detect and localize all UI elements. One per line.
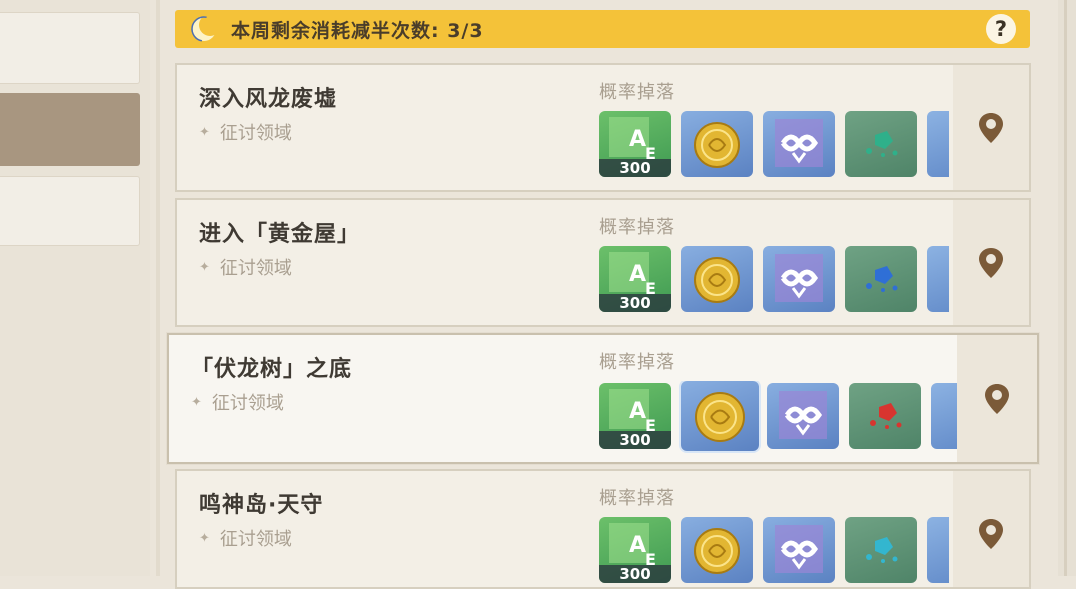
location-button[interactable] xyxy=(957,335,1037,462)
mora-coin-item[interactable] xyxy=(681,381,759,451)
location-pin-icon xyxy=(979,519,1003,549)
moon-icon xyxy=(189,14,221,44)
mora-coin-item[interactable] xyxy=(681,517,753,583)
location-button[interactable] xyxy=(953,471,1029,587)
weekly-half-cost-banner: 本周剩余消耗减半次数: 3/3 ? xyxy=(175,10,1030,48)
domain-title: 「伏龙树」之底 xyxy=(191,357,353,382)
domain-subtitle: ✦ 征讨领域 xyxy=(191,393,284,414)
domain-subtitle: ✦ 征讨领域 xyxy=(199,123,292,144)
partial-item[interactable] xyxy=(931,383,959,449)
banner-text: 本周剩余消耗减半次数: 3/3 xyxy=(231,19,484,42)
help-button[interactable]: ? xyxy=(986,14,1016,44)
drop-items: AE 300 xyxy=(597,381,959,453)
location-button[interactable] xyxy=(953,65,1029,190)
left-panel xyxy=(0,0,150,576)
scrollbar[interactable] xyxy=(1058,0,1076,576)
exp-book-item[interactable]: AE 300 xyxy=(599,111,671,177)
item-count: 300 xyxy=(599,294,671,312)
location-pin-icon xyxy=(985,383,1009,414)
left-tab-3[interactable] xyxy=(0,176,140,246)
gemstone-item[interactable] xyxy=(845,517,917,583)
svg-text:A: A xyxy=(629,533,646,558)
item-count: 300 xyxy=(599,431,671,449)
domain-title: 鸣神岛·天守 xyxy=(199,493,324,518)
gemstone-item[interactable] xyxy=(845,111,917,177)
location-button[interactable] xyxy=(953,200,1029,325)
partial-item[interactable] xyxy=(927,246,949,312)
exp-book-item[interactable]: AE 300 xyxy=(599,383,671,449)
drop-label: 概率掉落 xyxy=(599,82,675,103)
ascension-material-item[interactable] xyxy=(767,383,839,449)
drop-label: 概率掉落 xyxy=(599,488,675,509)
partial-item[interactable] xyxy=(927,517,949,583)
ascension-material-item[interactable] xyxy=(763,517,835,583)
ascension-material-item[interactable] xyxy=(763,111,835,177)
exp-book-item[interactable]: AE 300 xyxy=(599,517,671,583)
gemstone-item[interactable] xyxy=(845,246,917,312)
mora-coin-item[interactable] xyxy=(681,111,753,177)
drop-items: AE 300 xyxy=(597,111,949,179)
gemstone-shape xyxy=(875,131,893,149)
sparkle-icon: ✦ xyxy=(199,530,210,546)
drop-label: 概率掉落 xyxy=(599,217,675,238)
drop-items: AE 300 xyxy=(597,517,949,585)
partial-item[interactable] xyxy=(927,111,949,177)
domain-title: 进入「黄金屋」 xyxy=(199,222,361,247)
domain-title: 深入风龙废墟 xyxy=(199,87,338,112)
drop-label: 概率掉落 xyxy=(599,352,675,373)
location-pin-icon xyxy=(979,112,1003,143)
domain-subtitle: ✦ 征讨领域 xyxy=(199,258,292,279)
domain-card-selected[interactable]: 「伏龙树」之底 ✦ 征讨领域 概率掉落 AE 300 xyxy=(167,333,1039,464)
exp-book-item[interactable]: AE 300 xyxy=(599,246,671,312)
drop-items: AE 300 xyxy=(597,246,949,314)
ascension-material-item[interactable] xyxy=(763,246,835,312)
gemstone-item[interactable] xyxy=(849,383,921,449)
sparkle-icon: ✦ xyxy=(199,124,210,140)
location-pin-icon xyxy=(979,247,1003,278)
domain-card[interactable]: 进入「黄金屋」 ✦ 征讨领域 概率掉落 AE 300 xyxy=(175,198,1031,327)
item-count: 300 xyxy=(599,159,671,177)
domain-card[interactable]: 深入风龙废墟 ✦ 征讨领域 概率掉落 AE 300 xyxy=(175,63,1031,192)
left-tab-active[interactable] xyxy=(0,93,140,166)
svg-text:A: A xyxy=(629,262,646,287)
left-tab-1[interactable] xyxy=(0,12,140,84)
sparkle-icon: ✦ xyxy=(199,259,210,275)
domain-card[interactable]: 鸣神岛·天守 ✦ 征讨领域 概率掉落 AE 300 xyxy=(175,469,1031,589)
sparkle-icon: ✦ xyxy=(191,394,202,410)
svg-text:A: A xyxy=(629,127,646,152)
svg-text:A: A xyxy=(629,399,646,424)
item-count: 300 xyxy=(599,565,671,583)
mora-coin-item[interactable] xyxy=(681,246,753,312)
domain-subtitle: ✦ 征讨领域 xyxy=(199,529,292,550)
